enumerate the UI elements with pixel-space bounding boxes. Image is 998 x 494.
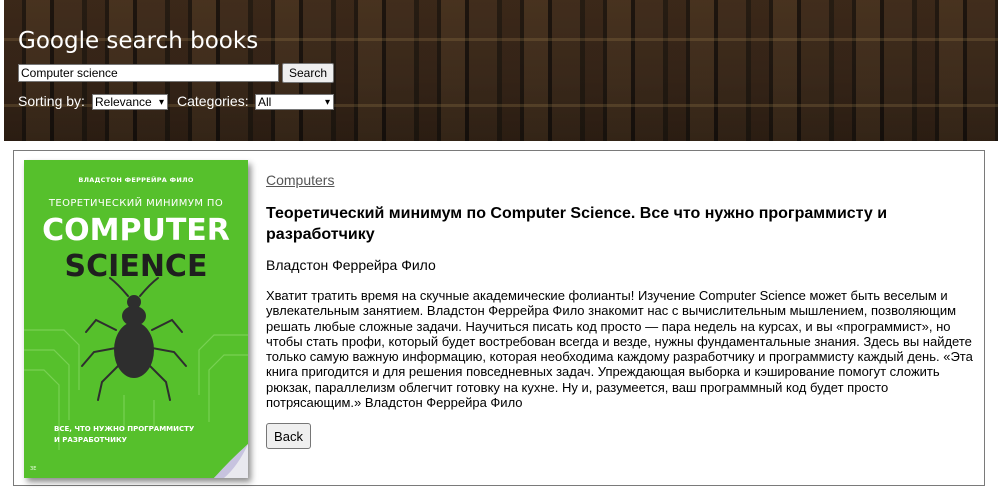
search-button[interactable]: Search (282, 63, 334, 83)
book-title: Теоретический минимум по Computer Scienc… (266, 205, 888, 243)
categories-label: Categories: (177, 93, 249, 109)
book-detail-card: ЗЕ ВЛАДСТОН ФЕРРЕЙРА ФИЛО ТЕОРЕТИЧЕСКИЙ … (13, 150, 985, 486)
book-cover: ЗЕ ВЛАДСТОН ФЕРРЕЙРА ФИЛО ТЕОРЕТИЧЕСКИЙ … (24, 160, 248, 478)
chevron-down-icon: ▾ (158, 97, 164, 108)
app-title: Google search books (18, 28, 259, 54)
cover-author: ВЛАДСТОН ФЕРРЕЙРА ФИЛО (78, 176, 194, 184)
book-details: Computers Теоретический минимум по Compu… (266, 169, 978, 410)
categories-selected-value: All (258, 95, 272, 109)
categories-select[interactable]: All ▾ (255, 94, 334, 110)
book-author: Владстон Феррейра Фило (266, 257, 436, 273)
cover-tagline: ВСЕ, ЧТО НУЖНО ПРОГРАММИСТУ И РАЗРАБОТЧИ… (54, 424, 244, 446)
chevron-down-icon: ▾ (324, 97, 330, 108)
back-button[interactable]: Back (266, 423, 311, 449)
cover-title-line1: COMPUTER (42, 213, 230, 248)
cover-tagline-line2: И РАЗРАБОТЧИКУ (54, 436, 128, 444)
sort-selected-value: Relevance (95, 95, 152, 109)
cover-tagline-line1: ВСЕ, ЧТО НУЖНО ПРОГРАММИСТУ (54, 425, 195, 433)
sort-select[interactable]: Relevance ▾ (92, 94, 168, 110)
cover-subtitle: ТЕОРЕТИЧЕСКИЙ МИНИМУМ ПО (48, 198, 224, 209)
sort-label: Sorting by: (18, 93, 85, 109)
cover-title-line2: SCIENCE (64, 249, 208, 284)
svg-text:ЗЕ: ЗЕ (30, 466, 36, 472)
book-description: Хватит тратить время на скучные академич… (266, 288, 973, 411)
category-link[interactable]: Computers (266, 172, 334, 188)
search-input[interactable] (18, 64, 279, 82)
